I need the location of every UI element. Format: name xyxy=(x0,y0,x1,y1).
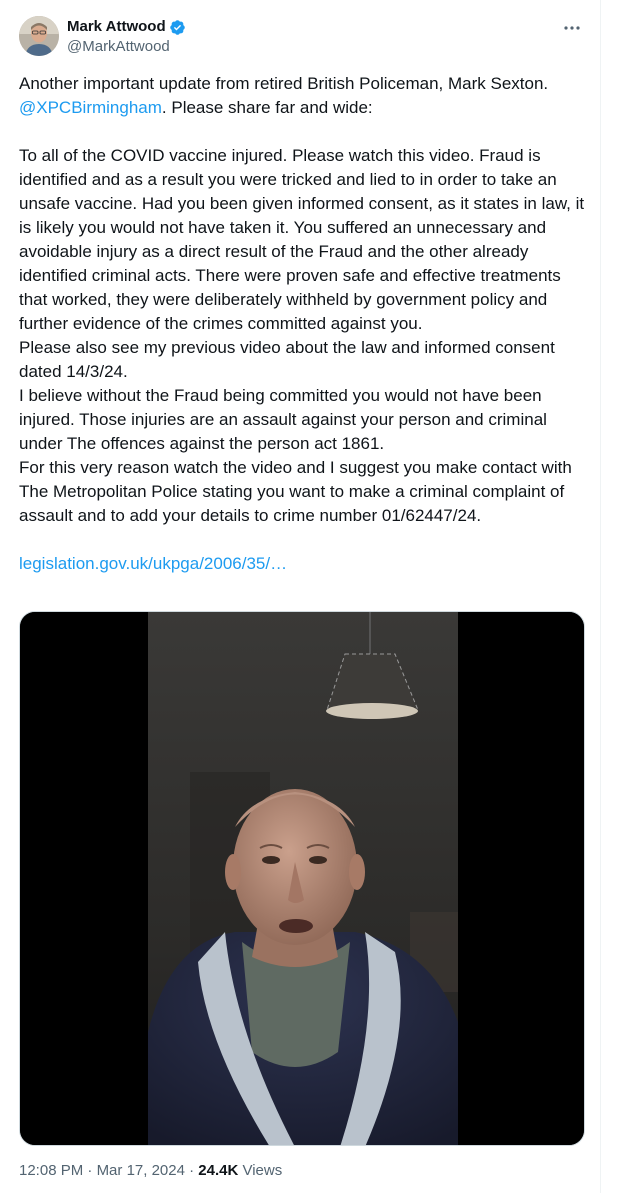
tweet-paragraph-3: I believe without the Fraud being commit… xyxy=(19,386,547,453)
tweet-paragraph-2: Please also see my previous video about … xyxy=(19,338,555,381)
avatar-image xyxy=(19,16,59,56)
tweet-card: Mark Attwood @MarkAttwood Another import… xyxy=(0,0,601,1193)
tweet-meta: 12:08 PM · Mar 17, 2024 · 24.4K Views xyxy=(19,1161,282,1181)
author-handle[interactable]: @MarkAttwood xyxy=(67,37,186,56)
author-display-name[interactable]: Mark Attwood xyxy=(67,17,166,37)
meta-separator: · xyxy=(83,1162,97,1179)
mention-link[interactable]: @XPCBirmingham xyxy=(19,98,162,117)
tweet-header: Mark Attwood @MarkAttwood xyxy=(19,16,584,60)
author-name-row[interactable]: Mark Attwood xyxy=(67,17,186,37)
tweet-intro-tail: . Please share far and wide: xyxy=(161,98,373,117)
tweet-intro-text: Another important update from retired Br… xyxy=(19,74,549,93)
more-horizontal-icon[interactable] xyxy=(562,20,582,36)
author-info: Mark Attwood @MarkAttwood xyxy=(67,17,186,56)
tweet-intro: Another important update from retired Br… xyxy=(19,72,589,120)
tweet-date[interactable]: Mar 17, 2024 xyxy=(97,1162,185,1179)
tweet-time[interactable]: 12:08 PM xyxy=(19,1162,83,1179)
meta-separator: · xyxy=(184,1162,199,1179)
views-count[interactable]: 24.4K xyxy=(198,1162,238,1179)
video-player[interactable] xyxy=(19,611,585,1146)
tweet-text: Another important update from retired Br… xyxy=(19,72,589,576)
video-frame xyxy=(20,612,584,1145)
tweet-paragraph-1: To all of the COVID vaccine injured. Ple… xyxy=(19,146,585,333)
external-link[interactable]: legislation.gov.uk/ukpga/2006/35/… xyxy=(19,554,287,573)
avatar[interactable] xyxy=(19,16,59,56)
views-label: Views xyxy=(238,1162,283,1179)
tweet-paragraph-4: For this very reason watch the video and… xyxy=(19,458,572,525)
verified-badge-icon[interactable] xyxy=(169,19,186,36)
